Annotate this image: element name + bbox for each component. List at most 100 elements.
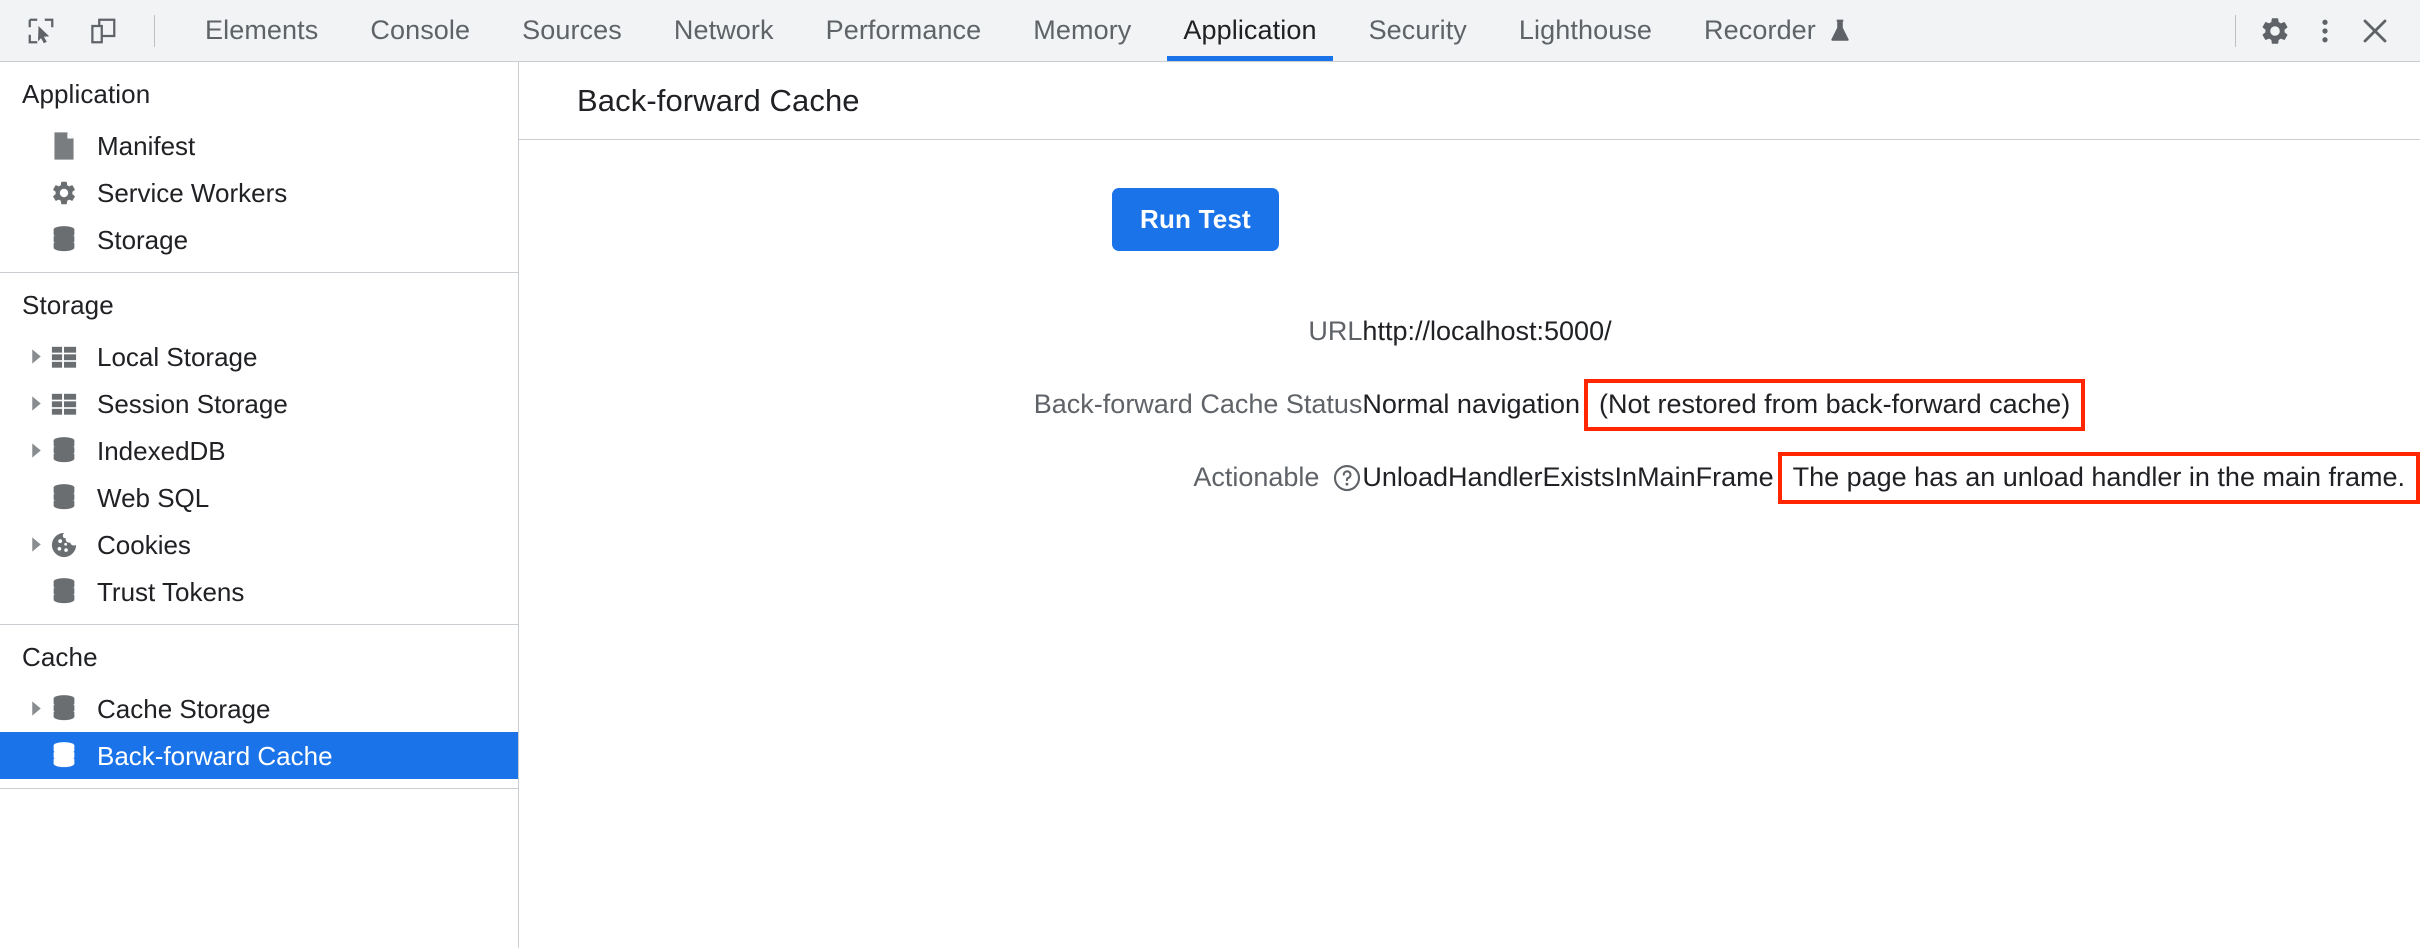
database-icon — [50, 225, 88, 255]
sidebar-item-local-storage[interactable]: Local Storage — [0, 333, 518, 380]
annotation-box: (Not restored from back-forward cache) — [1584, 378, 2086, 431]
flask-icon — [1829, 19, 1851, 43]
sidebar-item-back-forward-cache[interactable]: Back-forward Cache — [0, 732, 518, 779]
toolbar-divider — [154, 14, 155, 47]
toolbar-divider-right — [2235, 14, 2236, 47]
row-value-cell: Normal navigation (Not restored from bac… — [1362, 368, 2420, 441]
sidebar-item-trust-tokens[interactable]: Trust Tokens — [0, 568, 518, 615]
row-value-text: UnloadHandlerExistsInMainFrame — [1362, 462, 1774, 492]
tab-label: Network — [673, 15, 774, 45]
tab-label: Console — [370, 15, 471, 45]
sidebar-item-label: Cookies — [97, 529, 191, 560]
gear-icon — [50, 179, 88, 207]
kebab-menu-icon[interactable] — [2302, 8, 2348, 54]
sidebar-section-trailing — [0, 789, 518, 798]
sidebar-item-web-sql[interactable]: Web SQL — [0, 474, 518, 521]
device-toolbar-icon[interactable] — [80, 8, 126, 54]
database-icon — [50, 694, 88, 724]
sidebar-item-label: Trust Tokens — [97, 576, 245, 607]
tab-label: Performance — [825, 15, 982, 45]
tab-label: Sources — [522, 15, 622, 45]
tab-security[interactable]: Security — [1343, 0, 1493, 61]
sidebar-item-session-storage[interactable]: Session Storage — [0, 380, 518, 427]
row-label-cell: Back-forward Cache Status — [519, 368, 1363, 441]
chevron-right-icon[interactable] — [22, 442, 50, 459]
tab-console[interactable]: Console — [344, 0, 496, 61]
application-sidebar: Application Manifest Service Workers Sto… — [0, 62, 519, 948]
tab-label: Lighthouse — [1518, 15, 1653, 45]
row-value-cell: http://localhost:5000/ — [1362, 295, 2420, 368]
tab-label: Security — [1368, 15, 1467, 45]
chevron-right-icon[interactable] — [22, 536, 50, 553]
sidebar-item-label: IndexedDB — [97, 435, 226, 466]
toolbar-left-controls — [0, 0, 167, 61]
sidebar-item-label: Cache Storage — [97, 693, 271, 724]
sidebar-item-label: Back-forward Cache — [97, 740, 333, 771]
sidebar-section-title: Application — [22, 79, 151, 109]
panel-tabs: Elements Console Sources Network Perform… — [179, 0, 1877, 61]
chevron-right-icon[interactable] — [22, 395, 50, 412]
table-icon — [50, 391, 88, 417]
help-circle-icon[interactable] — [1332, 463, 1362, 493]
sidebar-section-title: Cache — [22, 642, 98, 672]
row-label-cell: URL — [519, 295, 1362, 368]
toolbar-right-controls — [2223, 0, 2420, 61]
database-icon — [50, 741, 88, 771]
close-icon[interactable] — [2352, 8, 2398, 54]
tab-lighthouse[interactable]: Lighthouse — [1493, 0, 1678, 61]
annotation-box: The page has an unload handler in the ma… — [1777, 451, 2420, 504]
row-label: Actionable — [1193, 462, 1320, 492]
sidebar-section-storage: Storage Local Storage Session Storage In… — [0, 273, 518, 625]
tab-label: Memory — [1033, 15, 1132, 45]
inspect-cursor-icon[interactable] — [18, 8, 64, 54]
tab-application[interactable]: Application — [1157, 0, 1342, 61]
tab-elements[interactable]: Elements — [179, 0, 344, 61]
row-value-text: http://localhost:5000/ — [1362, 316, 1612, 346]
sidebar-item-service-workers[interactable]: Service Workers — [0, 169, 518, 216]
devtools-toolbar: Elements Console Sources Network Perform… — [0, 0, 2420, 62]
chevron-right-icon[interactable] — [22, 348, 50, 365]
tab-performance[interactable]: Performance — [800, 0, 1008, 61]
row-label: URL — [1308, 316, 1363, 346]
tab-network[interactable]: Network — [648, 0, 800, 61]
sidebar-item-storage[interactable]: Storage — [0, 216, 518, 263]
back-forward-cache-panel: Back-forward Cache Run Test URL http://l… — [519, 62, 2420, 948]
devtools-body: Application Manifest Service Workers Sto… — [0, 62, 2420, 948]
row-value-cell: UnloadHandlerExistsInMainFrame The page … — [1362, 441, 2420, 514]
chevron-right-icon[interactable] — [22, 700, 50, 717]
sidebar-item-label: Storage — [97, 224, 189, 255]
tab-label: Elements — [205, 15, 319, 45]
row-value-text: Normal navigation — [1362, 389, 1581, 419]
database-icon — [50, 483, 88, 513]
sidebar-item-cookies[interactable]: Cookies — [0, 521, 518, 568]
panel-header: Back-forward Cache — [519, 62, 2420, 140]
page-title: Back-forward Cache — [577, 82, 860, 118]
table-icon — [50, 344, 88, 370]
bfcache-report-table: URL http://localhost:5000/ Back-forward … — [519, 295, 2420, 514]
sidebar-item-label: Local Storage — [97, 341, 258, 372]
sidebar-item-manifest[interactable]: Manifest — [0, 122, 518, 169]
sidebar-item-label: Web SQL — [97, 482, 210, 513]
panel-content: Run Test URL http://localhost:5000/ Back… — [519, 140, 2420, 948]
tab-recorder[interactable]: Recorder — [1678, 0, 1877, 61]
sidebar-section-title: Storage — [22, 290, 114, 320]
sidebar-item-label: Session Storage — [97, 388, 288, 419]
tab-label: Recorder — [1704, 15, 1816, 45]
sidebar-item-label: Service Workers — [97, 177, 288, 208]
tab-label: Application — [1183, 15, 1317, 45]
cookie-icon — [50, 531, 88, 559]
row-label: Back-forward Cache Status — [1033, 389, 1363, 419]
run-test-row: Run Test — [519, 188, 2420, 251]
table-row: Back-forward Cache Status Normal navigat… — [519, 368, 2420, 441]
row-label-cell: Actionable — [519, 441, 1362, 514]
database-icon — [50, 577, 88, 607]
table-row: Actionable UnloadHandlerExistsInMainFram… — [519, 441, 2420, 514]
tab-sources[interactable]: Sources — [496, 0, 648, 61]
tab-memory[interactable]: Memory — [1007, 0, 1157, 61]
sidebar-section-application: Application Manifest Service Workers Sto… — [0, 62, 518, 273]
gear-icon[interactable] — [2252, 8, 2298, 54]
sidebar-item-label: Manifest — [97, 130, 196, 161]
sidebar-item-cache-storage[interactable]: Cache Storage — [0, 685, 518, 732]
run-test-button[interactable]: Run Test — [1112, 188, 1279, 251]
sidebar-item-indexeddb[interactable]: IndexedDB — [0, 427, 518, 474]
